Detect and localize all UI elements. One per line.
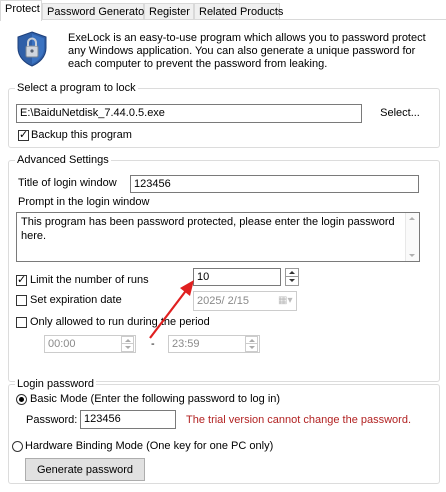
spinner-down-icon[interactable] (122, 344, 133, 351)
select-button[interactable]: Select... (372, 106, 428, 120)
spinner-up-icon[interactable] (286, 269, 298, 277)
title-input[interactable]: 123456 (130, 175, 419, 193)
title-label: Title of login window (18, 177, 117, 189)
prompt-scrollbar[interactable] (405, 213, 419, 261)
tab-password-generator[interactable]: Password Generator (42, 3, 148, 20)
backup-checkbox[interactable] (18, 128, 29, 142)
intro-description: ExeLock is an easy-to-use program which … (68, 32, 426, 70)
expiration-checkbox[interactable] (16, 295, 27, 306)
trial-notice: The trial version cannot change the pass… (186, 414, 412, 426)
lock-shield-icon (16, 31, 48, 67)
expiration-label: Set expiration date (30, 294, 122, 306)
protect-panel: ExeLock is an easy-to-use program which … (0, 20, 446, 492)
expiration-date-value: 2025/ 2/15 (197, 295, 249, 307)
select-program-legend: Select a program to lock (15, 81, 138, 95)
expiration-date-picker[interactable]: 2025/ 2/15 ▦▾ (193, 291, 297, 311)
spinner-down-icon[interactable] (286, 277, 298, 285)
prompt-text: This program has been password protected… (21, 216, 395, 242)
limit-runs-checkbox[interactable] (16, 273, 27, 287)
password-label: Password: (26, 414, 78, 426)
advanced-settings-legend: Advanced Settings (15, 153, 111, 167)
password-input[interactable]: 123456 (80, 410, 176, 429)
annotation-arrow-icon (149, 280, 194, 339)
hardware-mode-label: Hardware Binding Mode (One key for one P… (25, 440, 274, 452)
period-start-spinner[interactable] (121, 336, 134, 352)
period-end-spinner[interactable] (245, 336, 258, 352)
hardware-mode-radio[interactable] (12, 441, 23, 452)
backup-label: Backup this program (31, 129, 132, 141)
limit-runs-spinner[interactable] (285, 268, 299, 286)
prompt-textarea[interactable]: This program has been password protected… (16, 212, 420, 262)
tab-protect[interactable]: Protect (0, 0, 42, 21)
calendar-icon[interactable]: ▦▾ (278, 295, 294, 307)
spinner-down-icon[interactable] (246, 344, 257, 351)
limit-runs-input[interactable]: 10 (193, 268, 281, 286)
spinner-up-icon[interactable] (246, 337, 257, 344)
limit-runs-label: Limit the number of runs (30, 274, 149, 286)
login-password-legend: Login password (15, 377, 97, 391)
spinner-up-icon[interactable] (122, 337, 133, 344)
program-path-input[interactable]: E:\BaiduNetdisk_7.44.0.5.exe (16, 104, 362, 123)
tab-bar: Protect Password Generator Register Rela… (0, 0, 446, 21)
generate-password-button[interactable]: Generate password (25, 458, 145, 481)
tab-related-products[interactable]: Related Products (194, 3, 283, 20)
basic-mode-radio[interactable] (16, 394, 27, 405)
basic-mode-label: Basic Mode (Enter the following password… (30, 393, 281, 405)
period-checkbox[interactable] (16, 317, 27, 328)
prompt-label: Prompt in the login window (18, 196, 150, 208)
tab-register[interactable]: Register (144, 3, 194, 20)
